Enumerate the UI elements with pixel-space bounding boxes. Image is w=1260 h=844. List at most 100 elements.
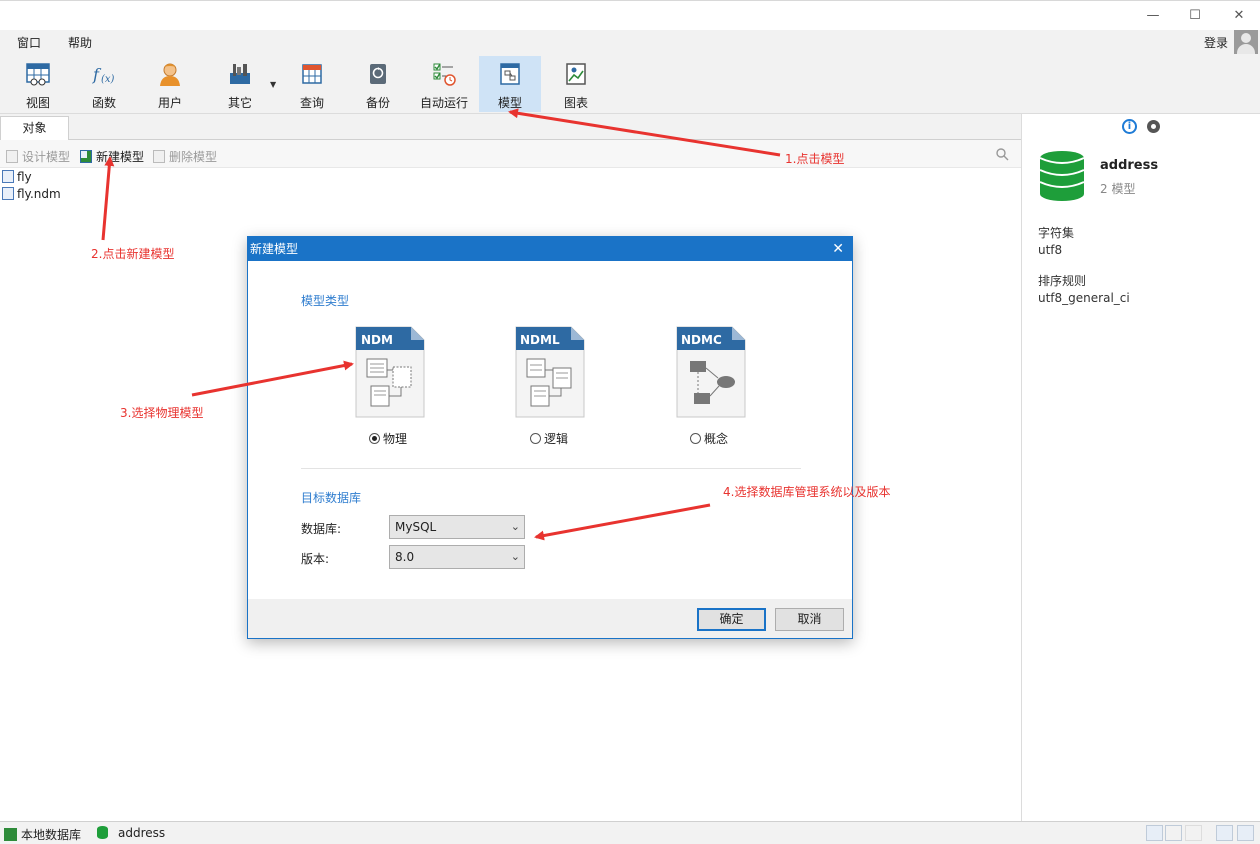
object-toolbar: 设计模型 新建模型 删除模型 (0, 140, 1021, 168)
connection-icon (4, 828, 17, 841)
radio-conceptual[interactable]: 概念 (690, 430, 728, 447)
tool-view[interactable]: 视图 (7, 56, 69, 112)
radio-logical-indicator[interactable] (530, 433, 541, 444)
database-select[interactable]: MySQL ⌄ (389, 515, 525, 539)
detail-view-icon[interactable] (1185, 825, 1202, 841)
maximize-button[interactable]: ☐ (1180, 5, 1210, 27)
user-icon (160, 63, 180, 86)
collation-value: utf8_general_ci (1038, 291, 1130, 305)
model-card-ndml[interactable]: NDML (515, 326, 585, 418)
model-count: 2 模型 (1100, 182, 1136, 196)
tool-automation[interactable]: 自动运行 (413, 56, 475, 112)
svg-text:(x): (x) (101, 74, 115, 85)
title-bar: — ☐ ✕ (0, 0, 1260, 30)
model-icon (500, 63, 520, 85)
list-view-icon[interactable] (1165, 825, 1182, 841)
database-select-value: MySQL (395, 520, 437, 534)
annotation-step-4: 4.选择数据库管理系统以及版本 (723, 485, 891, 499)
file-name: fly.ndm (17, 187, 61, 201)
model-card-ndmc[interactable]: NDMC (676, 326, 746, 418)
dialog-footer: 确定 取消 (248, 599, 852, 638)
chart-icon (566, 63, 586, 85)
radio-physical-indicator[interactable] (369, 433, 380, 444)
charset-label: 字符集 (1038, 226, 1075, 240)
tool-other[interactable]: 其它 (209, 56, 271, 112)
new-model-icon (80, 150, 92, 163)
model-tag: NDML (520, 333, 560, 347)
panel-left-icon[interactable] (1216, 825, 1233, 841)
tab-objects[interactable]: 对象 (0, 116, 69, 141)
dialog-title: 新建模型 (248, 237, 852, 261)
chevron-down-icon: ⌄ (510, 520, 520, 533)
tools-icon (230, 64, 250, 84)
menu-window[interactable]: 窗口 (17, 34, 41, 51)
table-view-icon (26, 63, 50, 86)
new-model-dialog: 新建模型 ✕ 模型类型 NDM NDML NDMC 物理 逻辑 概念 目标数据库… (247, 236, 853, 639)
close-window-button[interactable]: ✕ (1224, 5, 1254, 27)
other-dropdown-caret-icon[interactable]: ▼ (270, 80, 276, 89)
info-panel: i address 2 模型 字符集 utf8 排序规则 utf8_genera… (1021, 114, 1260, 821)
tool-chart[interactable]: 图表 (545, 56, 607, 112)
database-status: address (97, 826, 165, 840)
delete-model-label: 删除模型 (169, 150, 218, 164)
tool-backup[interactable]: 备份 (347, 56, 409, 112)
login-link[interactable]: 登录 (1204, 34, 1228, 51)
database-status-name: address (118, 826, 166, 840)
list-item[interactable]: fly.ndm (2, 187, 61, 204)
tool-view-label: 视图 (25, 96, 50, 110)
ok-button[interactable]: 确定 (697, 608, 766, 631)
charset-value: utf8 (1038, 243, 1063, 257)
menu-bar: 窗口 帮助 登录 (0, 30, 1260, 54)
tool-model-label: 模型 (497, 96, 522, 110)
tool-user-label: 用户 (157, 96, 182, 110)
radio-physical[interactable]: 物理 (369, 430, 407, 447)
automation-checklist-icon (433, 63, 456, 86)
tool-chart-label: 图表 (563, 96, 588, 110)
target-db-title: 目标数据库 (301, 491, 362, 505)
tool-other-label: 其它 (227, 96, 252, 110)
radio-conceptual-indicator[interactable] (690, 433, 701, 444)
list-item[interactable]: fly (2, 170, 61, 187)
version-select-value: 8.0 (395, 550, 415, 564)
model-file-icon (2, 187, 14, 200)
radio-physical-label: 物理 (383, 432, 408, 446)
chevron-down-icon: ⌄ (510, 550, 520, 563)
design-model-button[interactable]: 设计模型 (6, 148, 70, 165)
new-model-button[interactable]: 新建模型 (80, 148, 144, 165)
database-icon (1039, 151, 1085, 201)
annotation-step-2: 2.点击新建模型 (91, 247, 175, 261)
menu-help[interactable]: 帮助 (68, 34, 92, 51)
tool-query-label: 查询 (299, 96, 324, 110)
design-model-label: 设计模型 (22, 150, 71, 164)
avatar-icon[interactable] (1234, 30, 1258, 54)
function-icon: f (x) (92, 65, 115, 85)
backup-icon (370, 64, 386, 84)
panel-right-icon[interactable] (1237, 825, 1254, 841)
tool-function[interactable]: f (x) 函数 (73, 56, 135, 112)
model-file-icon (2, 170, 14, 183)
tool-backup-label: 备份 (365, 96, 390, 110)
grid-view-icon[interactable] (1146, 825, 1163, 841)
file-name: fly (17, 170, 32, 184)
radio-logical[interactable]: 逻辑 (530, 430, 568, 447)
collation-label: 排序规则 (1038, 274, 1087, 288)
minimize-button[interactable]: — (1138, 5, 1168, 27)
main-toolbar: 视图 f (x) 函数 用户 其它 ▼ 查询 备份 自动运行 模型 图表 (0, 54, 1260, 114)
model-card-ndm[interactable]: NDM (355, 326, 425, 418)
tool-model[interactable]: 模型 (479, 56, 541, 112)
cancel-button[interactable]: 取消 (775, 608, 844, 631)
preview-eye-icon[interactable] (1147, 120, 1160, 133)
info-icon[interactable]: i (1122, 119, 1137, 134)
version-select[interactable]: 8.0 ⌄ (389, 545, 525, 569)
delete-model-icon (153, 150, 165, 163)
search-icon[interactable] (995, 147, 1009, 161)
radio-conceptual-label: 概念 (704, 432, 729, 446)
tool-function-label: 函数 (91, 96, 116, 110)
dialog-close-button[interactable]: ✕ (832, 237, 844, 261)
database-field-label: 数据库: (301, 522, 342, 536)
annotation-step-3: 3.选择物理模型 (120, 406, 204, 420)
tool-user[interactable]: 用户 (139, 56, 201, 112)
delete-model-button[interactable]: 删除模型 (153, 148, 217, 165)
tool-query[interactable]: 查询 (281, 56, 343, 112)
model-tag: NDMC (681, 333, 722, 347)
